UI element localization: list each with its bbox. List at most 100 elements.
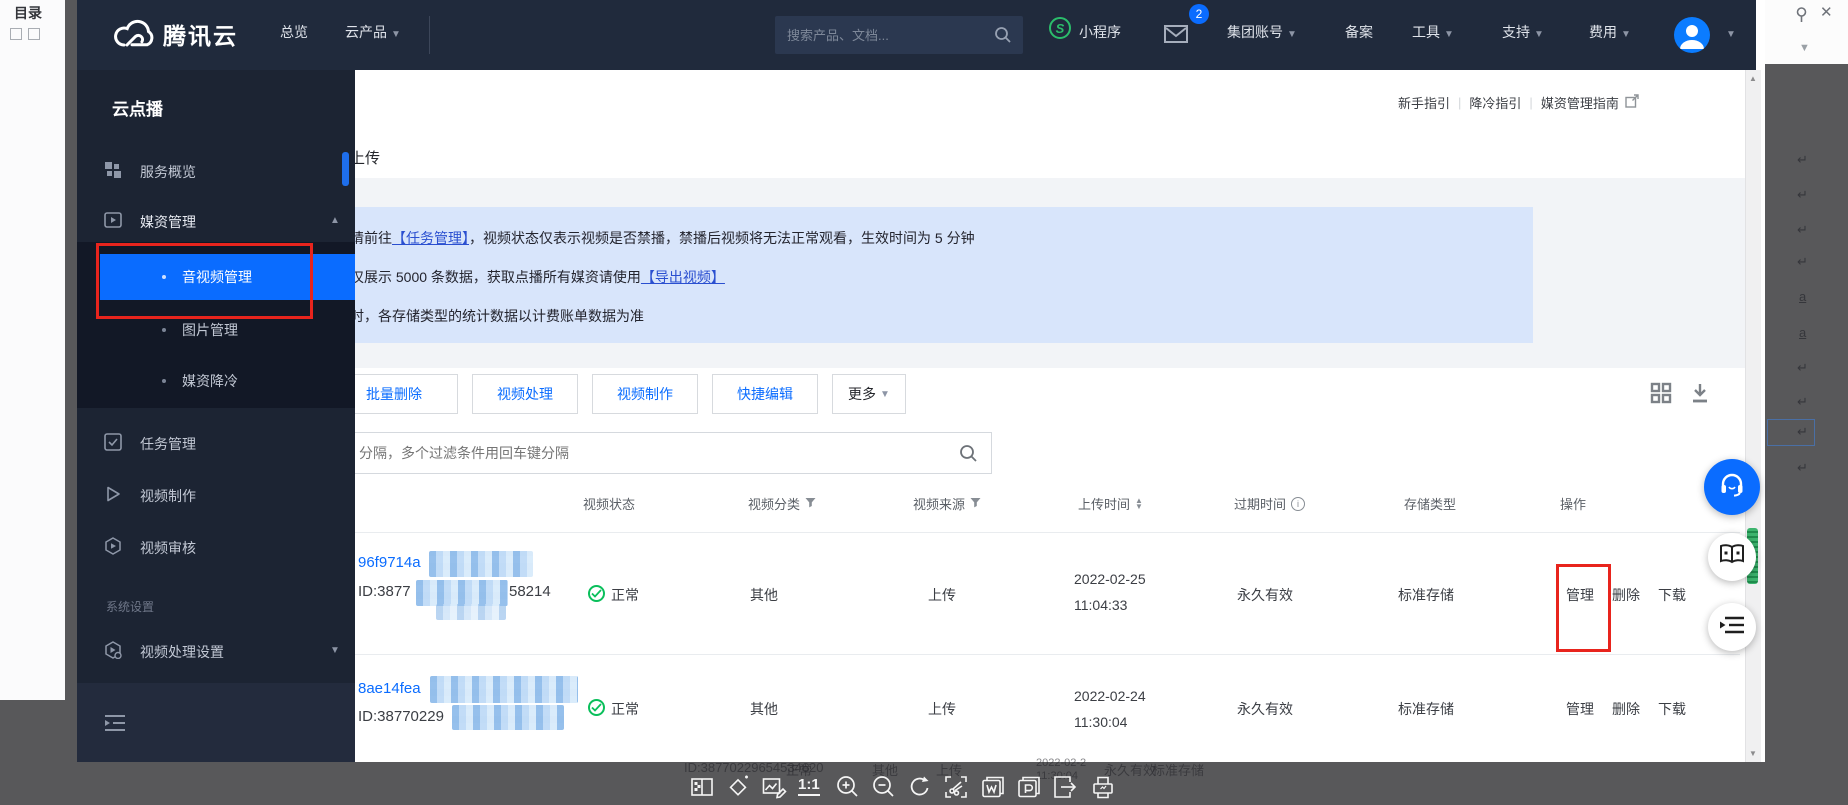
- sidebar-item-video-production[interactable]: 视频制作: [77, 480, 355, 520]
- pilcrow-return-mark: ↵: [1797, 460, 1808, 476]
- status-ok-icon: [588, 585, 605, 602]
- filter-funnel-icon[interactable]: [805, 496, 816, 511]
- nav-miniprogram[interactable]: 小程序: [1079, 22, 1121, 42]
- nav-billing[interactable]: 费用▼: [1589, 22, 1631, 42]
- task-manage-link[interactable]: 【任务管理】: [392, 230, 469, 246]
- video-id-prefix: ID:38770229: [358, 708, 444, 725]
- avatar-chevron-icon[interactable]: ▼: [1726, 29, 1736, 40]
- pilcrow-return-mark: ↵: [1797, 424, 1808, 440]
- video-id-prefix: ID:3877: [358, 583, 411, 600]
- scrollbar-track[interactable]: ▲ ▼: [1745, 70, 1761, 762]
- blur-mosaic: [430, 676, 578, 703]
- video-name-link[interactable]: 96f9714a: [358, 554, 421, 571]
- col-storage-type: 存储类型: [1404, 494, 1456, 513]
- video-name-link[interactable]: 8ae14fea: [358, 680, 421, 697]
- guide-link-cooldown[interactable]: 降冷指引: [1469, 93, 1521, 112]
- edit-image-icon[interactable]: [761, 774, 787, 800]
- video-create-button[interactable]: 视频制作: [592, 374, 698, 414]
- crop-screenshot-icon[interactable]: [943, 774, 969, 800]
- zoom-out-icon[interactable]: [870, 774, 896, 800]
- help-chat-button[interactable]: [1704, 459, 1760, 515]
- download-link[interactable]: 下载: [1658, 699, 1686, 719]
- notice-line-1: 请前往【任务管理】，视频状态仅表示视频是否禁播，禁播后视频将无法正常观看，生效时…: [350, 228, 975, 248]
- download-link[interactable]: 下载: [1658, 585, 1686, 605]
- toc-icon-2[interactable]: [28, 28, 40, 40]
- guide-divider: |: [1529, 95, 1532, 110]
- erase-icon[interactable]: [725, 774, 751, 800]
- blur-mosaic: [429, 551, 533, 577]
- play-outline-icon: [104, 485, 122, 508]
- expiry-cell: 永久有效: [1237, 699, 1293, 719]
- filter-input[interactable]: [331, 433, 991, 473]
- scroll-up-arrow[interactable]: ▲: [1749, 74, 1757, 83]
- faint-storage: 标准存储: [1152, 760, 1204, 779]
- export-video-link[interactable]: 【导出视频】: [641, 269, 725, 285]
- chevron-down-icon: ▼: [330, 645, 340, 656]
- col-expire-time: 过期时间 i: [1234, 494, 1305, 513]
- sidebar-item-video-process-settings[interactable]: 视频处理设置 ▼: [77, 636, 355, 676]
- hexagon-play-icon: [104, 537, 122, 560]
- sidebar-item-task-management[interactable]: 任务管理: [77, 428, 355, 468]
- export-icon[interactable]: [1052, 774, 1078, 800]
- feedback-list-button[interactable]: [1708, 603, 1756, 651]
- brand-name[interactable]: 腾讯云: [163, 17, 238, 51]
- sort-icon[interactable]: ▲▼: [1135, 498, 1143, 510]
- more-button[interactable]: 更多▼: [832, 374, 906, 414]
- guide-links: 新手指引 | 降冷指引 | 媒资管理指南: [1398, 93, 1639, 112]
- nav-beian[interactable]: 备案: [1345, 22, 1373, 42]
- anchor-mark: a: [1799, 325, 1806, 340]
- tencent-cloud-logo-icon[interactable]: [110, 18, 156, 57]
- quick-edit-button[interactable]: 快捷编辑: [712, 374, 818, 414]
- source-cell: 上传: [928, 585, 956, 605]
- avatar[interactable]: [1674, 17, 1710, 53]
- bullet-icon: [162, 328, 166, 332]
- pilcrow-return-mark: ↵: [1797, 187, 1808, 203]
- guide-link-newbie[interactable]: 新手指引: [1398, 93, 1450, 112]
- pin-icon[interactable]: [1793, 6, 1810, 28]
- corner-chevron-icon[interactable]: ▼: [1799, 42, 1810, 54]
- toc-icon[interactable]: [10, 28, 22, 40]
- filter-search-icon[interactable]: [958, 443, 979, 469]
- mail-icon[interactable]: [1164, 24, 1188, 49]
- sidebar-collapse-icon[interactable]: [104, 713, 126, 738]
- header-divider: [355, 532, 1740, 533]
- sidebar-item-media-management[interactable]: 媒资管理 ▲: [77, 206, 355, 246]
- topbar-divider: [429, 16, 430, 54]
- rotate-icon[interactable]: [907, 774, 933, 800]
- sidebar-item-media-cooldown[interactable]: 媒资降冷: [77, 363, 355, 403]
- zoom-in-icon[interactable]: [834, 774, 860, 800]
- download-list-icon[interactable]: [1689, 382, 1711, 409]
- export-word-icon[interactable]: [980, 774, 1006, 800]
- open-book-icon: [1718, 543, 1746, 572]
- manage-link[interactable]: 管理: [1566, 699, 1594, 719]
- info-icon[interactable]: i: [1291, 497, 1305, 511]
- nav-tools[interactable]: 工具▼: [1412, 22, 1454, 42]
- gallery-view-icon[interactable]: [1650, 382, 1672, 409]
- sidebar-item-video-review[interactable]: 视频审核: [77, 532, 355, 572]
- notification-badge[interactable]: 2: [1189, 4, 1209, 24]
- filter-funnel-icon[interactable]: [970, 496, 981, 511]
- col-upload-time: 上传时间 ▲▼: [1078, 494, 1143, 513]
- guide-link-media-guide[interactable]: 媒资管理指南: [1541, 93, 1619, 112]
- actual-size-icon[interactable]: 1:1: [798, 776, 824, 802]
- print-icon[interactable]: [1090, 774, 1116, 800]
- search-input[interactable]: [775, 16, 1023, 54]
- split-view-icon[interactable]: [689, 774, 715, 800]
- sidebar-item-service-overview[interactable]: 服务概览: [77, 156, 355, 196]
- nav-cloud-products[interactable]: 云产品▼: [345, 22, 401, 42]
- scroll-down-arrow[interactable]: ▼: [1749, 749, 1757, 758]
- search-icon[interactable]: [993, 25, 1013, 50]
- nav-overview[interactable]: 总览: [280, 22, 308, 42]
- delete-link[interactable]: 删除: [1612, 699, 1640, 719]
- docs-button[interactable]: [1708, 533, 1756, 581]
- external-link-icon[interactable]: [1625, 94, 1639, 111]
- nav-support[interactable]: 支持▼: [1502, 22, 1544, 42]
- close-icon[interactable]: ✕: [1820, 3, 1833, 21]
- upload-date: 2022-02-25: [1074, 571, 1146, 587]
- export-pdf-icon[interactable]: [1016, 774, 1042, 800]
- video-process-button[interactable]: 视频处理: [472, 374, 578, 414]
- sidebar-scroll-thumb[interactable]: [342, 152, 349, 186]
- nav-group-account[interactable]: 集团账号▼: [1227, 22, 1297, 42]
- screen: 目录 腾讯云 总览 云产品▼ S 小程序 2 集团账号▼ 备: [0, 0, 1848, 805]
- delete-link[interactable]: 删除: [1612, 585, 1640, 605]
